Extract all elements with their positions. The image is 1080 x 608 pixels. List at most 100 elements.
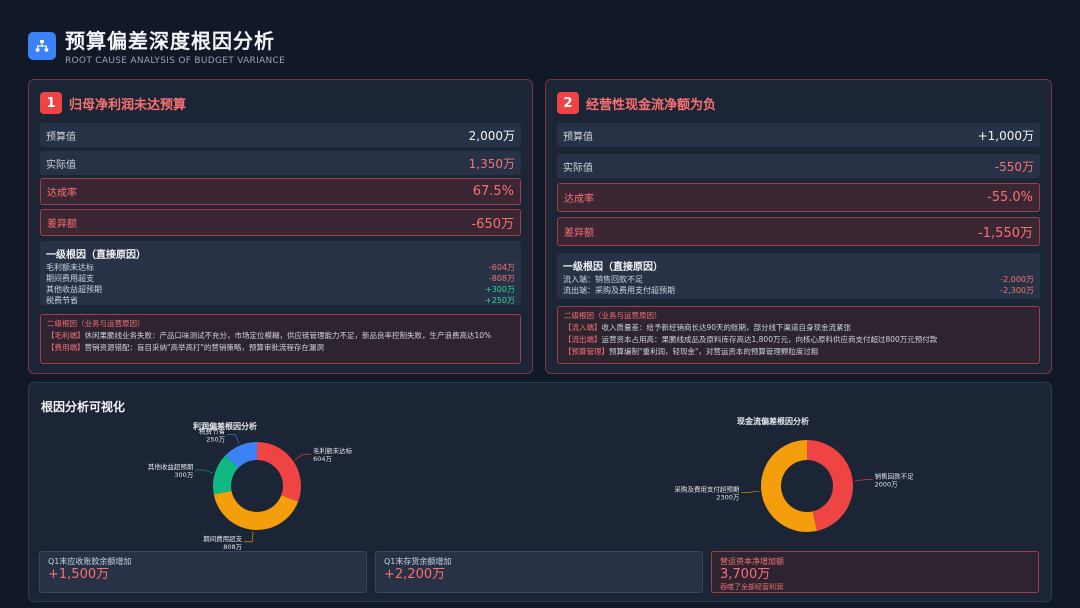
cause-item: 其他收益超预期 +300万 — [46, 284, 515, 295]
row-label: 预算值 — [563, 131, 593, 143]
cause-item: 税费节省 +250万 — [46, 295, 515, 306]
cause-label: 其他收益超预期 — [46, 285, 102, 294]
cause-label: 流出端：采购及费用支付超预期 — [563, 286, 675, 295]
slice-label: 其他收益超预期 — [148, 462, 194, 471]
kpi-value: 3,700万 — [720, 567, 771, 582]
row-label: 差异额 — [47, 219, 77, 230]
leader-line — [227, 434, 240, 444]
kpi-label: 营运资本净增加额 — [720, 557, 784, 566]
row-label: 实际值 — [46, 159, 76, 171]
page-header: 预算偏差深度根因分析 ROOT CAUSE ANALYSIS OF BUDGET… — [28, 28, 285, 66]
row-value: -1,550万 — [978, 226, 1033, 241]
primary-cause-box: 一级根因（直接原因） 流入端：销售回款不足 -2,000万 流出端：采购及费用支付… — [557, 253, 1040, 299]
budget-row: 预算值 +1,000万 — [557, 123, 1040, 147]
secondary-cause-line: 【毛利端】休闲果脆线业务失败：产品口味测试不充分，市场定位模糊，供应链管理能力不… — [47, 330, 514, 342]
variance-row: 差异额 -1,550万 — [557, 217, 1040, 246]
slice-value-label: 250万 — [206, 435, 225, 443]
primary-cause-title: 一级根因（直接原因） — [563, 262, 663, 273]
slice-label: 期间费用超支 — [203, 534, 243, 543]
secondary-cause-line: 【流入端】收入质量差：给予新经销商长达90天的账期，部分线下渠道自身现金流紧张 — [564, 322, 1033, 334]
cause-tag: 【流入端】 — [564, 323, 602, 332]
cause-label: 期间费用超支 — [46, 274, 94, 283]
slice-value-label: 2000万 — [875, 481, 899, 489]
root-cause-visualization: 根因分析可视化 利润偏差根因分析 毛利额未达标 604万 期间费用超支 808万 其他收… — [28, 382, 1052, 602]
cause-label: 毛利额未达标 — [46, 263, 94, 272]
secondary-cause-line: 【预算管理】预算编制"重利润，轻现金"，对营运资本的预算管理颗粒度过粗 — [564, 346, 1033, 358]
org-chart-icon — [28, 32, 56, 60]
cause-value: +300万 — [485, 285, 515, 294]
row-value: -55.0% — [987, 190, 1033, 205]
net-profit-panel: 1 归母净利润未达预算 预算值 2,000万 实际值 1,350万 达成率 67… — [28, 79, 533, 374]
cause-tag: 【预算管理】 — [564, 347, 609, 356]
leader-line — [741, 490, 760, 493]
cause-text: 营销资源错配：盲目采纳"高举高打"的营销策略，预算审批流程存在漏洞 — [84, 343, 324, 352]
number-badge: 1 — [40, 92, 62, 114]
cause-label: 流入端：销售回款不足 — [563, 275, 643, 284]
cause-text: 预算编制"重利润，轻现金"，对营运资本的预算管理颗粒度过粗 — [609, 347, 819, 356]
row-label: 实际值 — [563, 162, 593, 174]
kpi-label: Q1末应收账款余额增加 — [48, 557, 132, 566]
secondary-cause-box: 二级根因（业务与运营原因） 【毛利端】休闲果脆线业务失败：产品口味测试不充分，市… — [40, 314, 521, 364]
cause-item: 毛利额未达标 -604万 — [46, 262, 515, 273]
panel-title: 归母净利润未达预算 — [69, 97, 187, 113]
row-value: +1,000万 — [977, 128, 1034, 143]
panel-header: 1 归母净利润未达预算 — [40, 92, 186, 114]
cause-value: -2,300万 — [1000, 286, 1034, 295]
row-label: 达成率 — [564, 194, 594, 205]
cause-value: +250万 — [485, 296, 515, 305]
cause-value: -808万 — [488, 274, 515, 283]
row-label: 达成率 — [47, 188, 77, 199]
slice-value-label: 300万 — [174, 471, 193, 479]
panel-title: 经营性现金流净额为负 — [586, 97, 717, 113]
achievement-row: 达成率 -55.0% — [557, 183, 1040, 212]
number-badge: 2 — [557, 92, 579, 114]
kpi-value: +1,500万 — [48, 567, 110, 582]
slice-value-label: 604万 — [313, 455, 332, 463]
budget-row: 预算值 2,000万 — [40, 123, 521, 147]
row-value: -550万 — [994, 159, 1034, 174]
kpi-value: +2,200万 — [384, 567, 446, 582]
cash-flow-panel: 2 经营性现金流净额为负 预算值 +1,000万 实际值 -550万 达成率 -… — [545, 79, 1052, 374]
primary-cause-box: 一级根因（直接原因） 毛利额未达标 -604万 期间费用超支 -808万 其他收益超… — [40, 241, 521, 305]
row-label: 差异额 — [564, 228, 594, 239]
cause-item: 流出端：采购及费用支付超预期 -2,300万 — [563, 285, 1034, 296]
leader-line — [294, 453, 312, 461]
cause-value: -2,000万 — [1000, 275, 1034, 284]
page-subtitle: ROOT CAUSE ANALYSIS OF BUDGET VARIANCE — [65, 56, 286, 66]
kpi-note: 吞噬了全部经营利润 — [720, 583, 783, 591]
secondary-cause-title: 二级根因（业务与运营原因） — [564, 311, 662, 320]
leader-line — [244, 531, 254, 543]
cause-item: 流入端：销售回款不足 -2,000万 — [563, 274, 1034, 285]
slice-label: 采购及费用支付超预期 — [674, 484, 740, 493]
cause-value: -604万 — [488, 263, 515, 272]
leader-line — [195, 469, 214, 474]
cause-tag: 【流出端】 — [564, 335, 602, 344]
kpi-inventory: Q1末存货余额增加 +2,200万 — [375, 551, 703, 593]
profit-donut-chart: 毛利额未达标604万期间费用超支808万 其他收益超预期300万 税费节省250万 — [148, 426, 353, 551]
chart-title-cash: 现金流偏差根因分析 — [737, 417, 809, 426]
kpi-working-capital: 营运资本净增加额 3,700万 吞噬了全部经营利润 — [711, 551, 1039, 593]
leader-line — [854, 479, 873, 482]
slice-label: 销售回款不足 — [875, 472, 915, 481]
cash-donut-chart: 销售回款不足2000万 采购及费用支付超预期2300万 — [674, 440, 914, 532]
cause-tag: 【毛利端】 — [47, 331, 85, 340]
achievement-row: 达成率 67.5% — [40, 178, 521, 205]
kpi-receivables: Q1末应收账款余额增加 +1,500万 — [39, 551, 367, 593]
slice-value-label: 808万 — [223, 543, 242, 551]
row-value: -650万 — [471, 217, 514, 232]
variance-row: 差异额 -650万 — [40, 209, 521, 236]
cause-label: 税费节省 — [46, 296, 78, 305]
secondary-cause-box: 二级根因（业务与运营原因） 【流入端】收入质量差：给予新经销商长达90天的账期，… — [557, 306, 1040, 364]
cause-tag: 【费用端】 — [47, 343, 85, 352]
secondary-cause-line: 【费用端】营销资源错配：盲目采纳"高举高打"的营销策略，预算审批流程存在漏洞 — [47, 342, 514, 354]
row-value: 2,000万 — [468, 128, 515, 143]
cause-text: 运营资本占用高：果脆线成品及原料库存高达1,800万元，向核心原料供应商支付超过… — [601, 335, 938, 344]
slice-label: 毛利额未达标 — [313, 446, 353, 455]
panel-header: 2 经营性现金流净额为负 — [557, 92, 716, 114]
kpi-label: Q1末存货余额增加 — [384, 557, 452, 566]
cause-text: 休闲果脆线业务失败：产品口味测试不充分，市场定位模糊，供应链管理能力不足，新品良… — [84, 331, 492, 340]
actual-row: 实际值 -550万 — [557, 154, 1040, 178]
row-value: 1,350万 — [468, 156, 515, 171]
slice-value-label: 2300万 — [716, 493, 740, 501]
row-value: 67.5% — [472, 184, 514, 199]
